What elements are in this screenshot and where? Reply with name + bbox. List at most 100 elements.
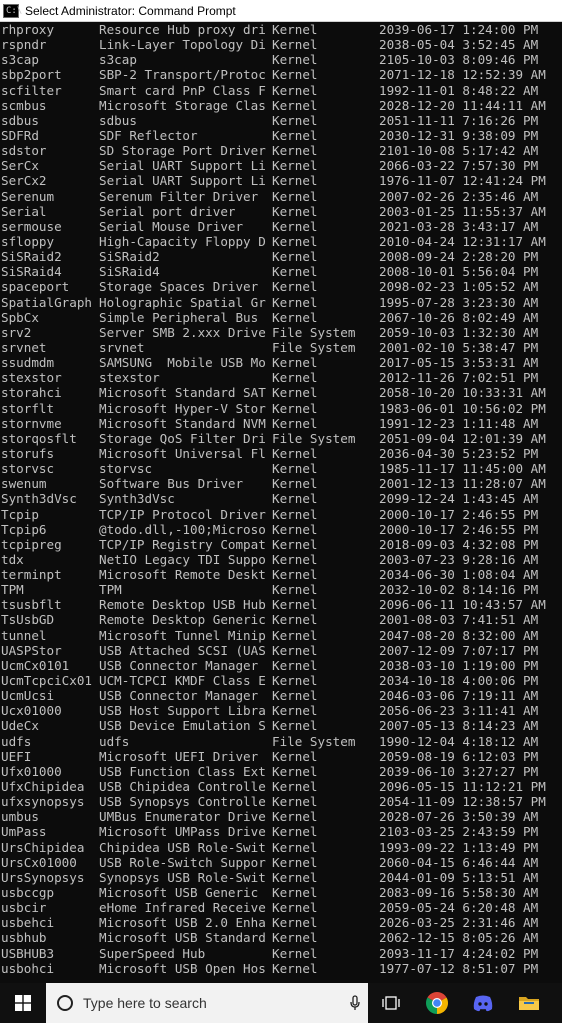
display-name: Storage QoS Filter Dri: [99, 430, 266, 446]
discord-taskbar-button[interactable]: [460, 983, 506, 1023]
service-type: Kernel: [272, 203, 318, 219]
service-name: UrsSynopsys: [1, 869, 85, 885]
service-type: Kernel: [272, 294, 318, 310]
display-name: NetIO Legacy TDI Suppo: [99, 551, 266, 567]
console-row: storahci Microsoft Standard SAT Kernel 2058…: [0, 385, 562, 400]
install-date: 1985-11-17 11:45:00 AM: [379, 461, 546, 477]
console-row: tsusbflt Remote Desktop USB Hub Kernel 2096…: [0, 597, 562, 612]
folder-icon: [519, 997, 539, 1010]
microphone-icon[interactable]: [342, 995, 368, 1011]
service-type: Kernel: [272, 673, 318, 689]
display-name: Simple Peripheral Bus: [99, 309, 259, 325]
service-name: storqosflt: [1, 430, 77, 446]
console-row: tcpipreg TCP/IP Registry Compat Kernel 2018…: [0, 537, 562, 552]
console-row: umbus UMBus Enumerator Drive Kernel 2028-07…: [0, 809, 562, 824]
console-row: SerCx Serial UART Support Li Kernel 2066-03…: [0, 158, 562, 173]
taskbar-search-box[interactable]: Type here to search: [46, 983, 368, 1023]
display-name: Serial port driver: [99, 203, 236, 219]
service-type: Kernel: [272, 461, 318, 477]
service-name: tdx: [1, 551, 24, 567]
title-bar[interactable]: C:\ Select Administrator: Command Prompt: [0, 0, 562, 22]
service-name: terminpt: [1, 567, 62, 583]
install-date: 2034-06-30 1:08:04 AM: [379, 567, 539, 583]
service-type: Kernel: [272, 718, 318, 734]
service-type: Kernel: [272, 52, 318, 68]
service-name: SDFRd: [1, 127, 39, 143]
console-row: usbhub Microsoft USB Standard Kernel 2062-1…: [0, 930, 562, 945]
console-row: scmbus Microsoft Storage Clas Kernel 2028-1…: [0, 98, 562, 113]
display-name: Remote Desktop Generic: [99, 612, 266, 628]
service-type: Kernel: [272, 491, 318, 507]
service-name: UrsCx01000: [1, 854, 77, 870]
chrome-taskbar-button[interactable]: [414, 983, 460, 1023]
service-type: Kernel: [272, 82, 318, 98]
service-type: Kernel: [272, 97, 318, 113]
console-row: UcmCx0101 USB Connector Manager Kernel 2038…: [0, 658, 562, 673]
service-type: File System: [272, 430, 356, 446]
service-type: Kernel: [272, 567, 318, 583]
install-date: 2059-10-03 1:32:30 AM: [379, 324, 539, 340]
console-row: sdstor SD Storage Port Driver Kernel 2101-1…: [0, 143, 562, 158]
install-date: 2060-04-15 6:46:44 AM: [379, 854, 539, 870]
console-row: UcmUcsi USB Connector Manager Kernel 2046-0…: [0, 688, 562, 703]
start-button[interactable]: [0, 983, 46, 1023]
service-type: Kernel: [272, 112, 318, 128]
display-name: Microsoft USB Open Hos: [99, 960, 266, 976]
display-name: sdbus: [99, 112, 137, 128]
install-date: 2000-10-17 2:46:55 PM: [379, 521, 539, 537]
console-row: ufxsynopsys USB Synopsys Controlle Kernel 2…: [0, 794, 562, 809]
service-type: Kernel: [272, 506, 318, 522]
service-type: Kernel: [272, 794, 318, 810]
service-name: rhproxy: [1, 22, 55, 37]
display-name: USB Connector Manager: [99, 657, 259, 673]
windows-logo-icon: [15, 995, 31, 1011]
console-row: SerCx2 Serial UART Support Li Kernel 1976-1…: [0, 173, 562, 188]
install-date: 2038-05-04 3:52:45 AM: [379, 37, 539, 53]
service-type: Kernel: [272, 869, 318, 885]
service-name: TPM: [1, 582, 24, 598]
display-name: SDF Reflector: [99, 127, 198, 143]
service-name: UmPass: [1, 824, 47, 840]
console-row: srvnet srvnet File System 2001-02-10 5:38:4…: [0, 340, 562, 355]
console-row: SpbCx Simple Peripheral Bus Kernel 2067-10-…: [0, 310, 562, 325]
service-name: Ucx01000: [1, 703, 62, 719]
service-type: Kernel: [272, 854, 318, 870]
console-row: sermouse Serial Mouse Driver Kernel 2021-03…: [0, 219, 562, 234]
service-type: Kernel: [272, 885, 318, 901]
task-view-button[interactable]: [368, 983, 414, 1023]
display-name: Serial UART Support Li: [99, 158, 266, 174]
service-type: Kernel: [272, 476, 318, 492]
install-date: 2093-11-17 4:24:02 PM: [379, 945, 539, 961]
service-name: SerCx: [1, 158, 39, 174]
display-name: USB Synopsys Controlle: [99, 794, 266, 810]
service-name: ssudmdm: [1, 355, 55, 371]
file-explorer-taskbar-button[interactable]: [506, 983, 552, 1023]
service-type: Kernel: [272, 370, 318, 386]
service-type: Kernel: [272, 143, 318, 159]
console-row: USBHUB3 SuperSpeed Hub Kernel 2093-11-17 4:…: [0, 946, 562, 961]
console-output[interactable]: rhproxy Resource Hub proxy dri Kernel 2039-…: [0, 22, 562, 983]
service-name: SpbCx: [1, 309, 39, 325]
display-name: udfs: [99, 733, 130, 749]
service-type: Kernel: [272, 551, 318, 567]
service-name: usbhub: [1, 930, 47, 946]
install-date: 2003-01-25 11:55:37 AM: [379, 203, 546, 219]
install-date: 2054-11-09 12:38:57 PM: [379, 794, 546, 810]
service-type: Kernel: [272, 900, 318, 916]
service-name: usbehci: [1, 915, 55, 931]
service-name: tcpipreg: [1, 536, 62, 552]
display-name: TCP/IP Protocol Driver: [99, 506, 266, 522]
service-name: sdstor: [1, 143, 47, 159]
service-name: rspndr: [1, 37, 47, 53]
display-name: @todo.dll,-100;Microso: [99, 521, 266, 537]
display-name: Synopsys USB Role-Swit: [99, 869, 266, 885]
service-type: Kernel: [272, 309, 318, 325]
service-name: sfloppy: [1, 233, 55, 249]
service-name: storvsc: [1, 461, 55, 477]
service-type: Kernel: [272, 657, 318, 673]
display-name: Link-Layer Topology Di: [99, 37, 266, 53]
install-date: 1976-11-07 12:41:24 PM: [379, 173, 546, 189]
service-type: Kernel: [272, 839, 318, 855]
display-name: Serial UART Support Li: [99, 173, 266, 189]
service-name: UcmTcpciCx01: [1, 673, 92, 689]
